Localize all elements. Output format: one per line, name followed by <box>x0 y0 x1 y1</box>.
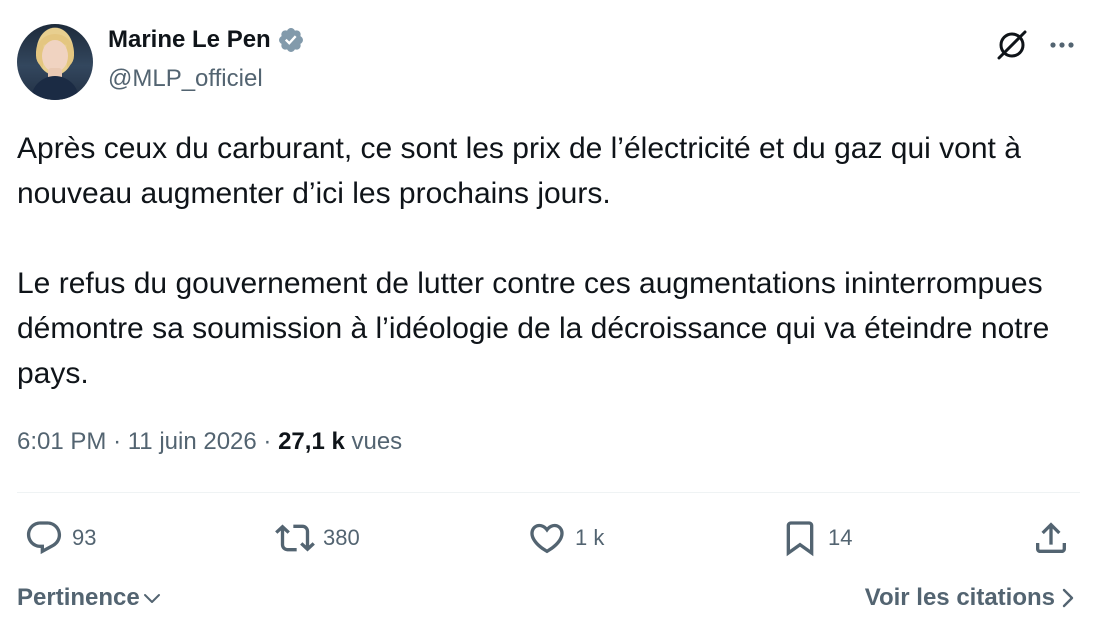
tweet-time[interactable]: 6:01 PM <box>17 428 106 455</box>
avatar[interactable] <box>17 24 93 100</box>
share-icon <box>1036 522 1066 553</box>
like-count: 1 k <box>575 525 605 550</box>
author-name-row: Marine Le Pen <box>108 26 305 54</box>
chevron-down-icon <box>143 594 160 603</box>
chevron-right-icon <box>1062 588 1074 608</box>
share-button[interactable] <box>1031 518 1071 558</box>
reply-icon <box>26 521 62 555</box>
meta-separator: · <box>113 428 122 455</box>
meta-separator: · <box>263 428 272 455</box>
sort-label: Pertinence <box>17 584 140 611</box>
view-quotes-link[interactable]: Voir les citations <box>865 584 1075 612</box>
reply-button[interactable]: 93 <box>24 518 96 558</box>
sort-dropdown[interactable]: Pertinence <box>17 584 162 612</box>
author-name[interactable]: Marine Le Pen <box>108 26 271 54</box>
retweet-button[interactable]: 380 <box>275 518 360 558</box>
reply-count: 93 <box>72 525 97 550</box>
avatar-body <box>31 76 79 100</box>
retweet-count: 380 <box>323 525 360 550</box>
tweet-paragraph-1: Après ceux du carburant, ce sont les pri… <box>17 132 1021 210</box>
tweet-text: Après ceux du carburant, ce sont les pri… <box>17 126 1087 396</box>
bookmark-count: 14 <box>828 525 853 550</box>
tweet-paragraph-2: Le refus du gouvernement de lutter contr… <box>17 267 1050 390</box>
like-icon <box>530 523 564 554</box>
quotes-label: Voir les citations <box>864 584 1055 611</box>
views-label: vues <box>351 428 403 455</box>
views-count: 27,1 k <box>278 428 345 455</box>
verified-badge-icon[interactable] <box>277 26 305 54</box>
divider <box>17 492 1080 493</box>
bookmark-icon <box>786 521 814 557</box>
grok-icon[interactable] <box>994 27 1030 63</box>
tweet-meta: 6:01 PM · 11 juin 2026 · 27,1 k vues <box>17 428 402 456</box>
author-handle[interactable]: @MLP_officiel <box>108 65 263 93</box>
retweet-icon <box>275 524 315 552</box>
tweet-date[interactable]: 11 juin 2026 <box>128 428 257 455</box>
tweet-card: Marine Le Pen @MLP_officiel Après ceux d… <box>0 0 1105 630</box>
more-options-icon[interactable] <box>1046 31 1078 59</box>
like-button[interactable]: 1 k <box>527 518 604 558</box>
bookmark-button[interactable]: 14 <box>780 518 852 558</box>
